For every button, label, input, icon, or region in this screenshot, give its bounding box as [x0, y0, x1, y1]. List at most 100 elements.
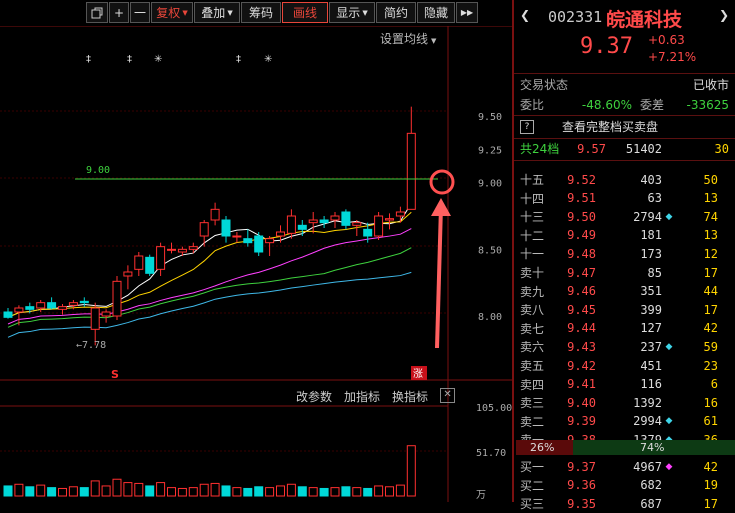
candle-body[interactable] [3, 311, 13, 318]
candle-body[interactable] [221, 219, 231, 237]
restore-rights-dropdown[interactable]: 复权 ▼ [151, 2, 193, 23]
candle-body[interactable] [36, 302, 46, 309]
order-book-row[interactable]: 十一 9.48 173 12 [520, 244, 729, 263]
switch-indicator-button[interactable]: 换指标 [392, 388, 428, 405]
candle-body[interactable] [319, 219, 329, 224]
level-count: 23 [703, 358, 718, 373]
candle-body[interactable] [385, 218, 394, 221]
chevron-right-icon[interactable]: ❯ [719, 8, 729, 22]
candle-body[interactable] [188, 246, 198, 250]
more-button[interactable]: ▶▶ [456, 2, 478, 23]
zoom-out-button[interactable]: 一 [130, 2, 150, 23]
window-restore-button[interactable] [86, 2, 108, 23]
volume-bar [112, 478, 122, 497]
level-volume: 451 [640, 358, 662, 373]
total-count: 30 [714, 141, 729, 156]
volume-bar [156, 482, 166, 497]
brief-button[interactable]: 简约 [376, 2, 416, 23]
order-book-row[interactable]: 卖九 9.46 351 44 [520, 282, 729, 301]
chevron-left-icon[interactable]: ❮ [520, 8, 530, 22]
candle-body[interactable] [210, 208, 220, 221]
candle-body[interactable] [145, 256, 155, 274]
event-mark-icon[interactable]: ‡ [236, 54, 241, 65]
candle-body[interactable] [406, 132, 416, 210]
level-name: 十二 [520, 228, 545, 243]
limit-up-badge-text: 涨 [413, 368, 423, 380]
candle-body[interactable] [134, 255, 144, 270]
candle-body[interactable] [341, 211, 351, 226]
candle-body[interactable] [254, 235, 264, 253]
order-book-row[interactable]: 卖十 9.47 85 17 [520, 263, 729, 282]
order-book-row[interactable]: 买二 9.36 682 19 [520, 476, 729, 495]
display-dropdown[interactable]: 显示 ▼ [329, 2, 375, 23]
order-book-row[interactable]: 买一 9.37 4967 ◆ 42 [520, 457, 729, 476]
event-mark-icon[interactable]: ‡ [86, 54, 91, 65]
candle-body[interactable] [101, 311, 111, 317]
candle-body[interactable] [265, 238, 275, 244]
candle-body[interactable] [276, 231, 285, 237]
close-indicator-button[interactable]: ✕ [440, 388, 456, 403]
event-mark-icon[interactable]: ✳ [154, 54, 162, 65]
order-book-row[interactable]: 卖八 9.45 399 17 [520, 300, 729, 319]
candle-body[interactable] [363, 228, 373, 237]
candle-body[interactable] [58, 306, 67, 310]
total-vol: 51402 [625, 141, 662, 156]
candle-body[interactable] [167, 248, 176, 251]
chips-button[interactable]: 筹码 [241, 2, 281, 23]
candle-body[interactable] [330, 215, 340, 221]
order-book-row[interactable]: 卖三 9.40 1392 16 [520, 393, 729, 412]
order-book-row[interactable]: 十三 9.50 2794 ◆ 74 [520, 207, 729, 226]
candle-body[interactable] [123, 271, 133, 277]
add-indicator-button[interactable]: 加指标 [344, 388, 380, 405]
candle-body[interactable] [232, 235, 242, 238]
candle-body[interactable] [297, 224, 307, 230]
modify-params-button[interactable]: 改参数 [296, 388, 332, 405]
volume-bar [363, 487, 373, 497]
set-ma-dropdown[interactable]: 设置均线 ▼ [380, 30, 436, 47]
candle-body[interactable] [374, 215, 384, 237]
candle-body[interactable] [68, 302, 78, 306]
level-volume: 116 [640, 377, 662, 392]
level-name: 卖三 [520, 396, 545, 411]
candle-body[interactable] [25, 306, 35, 310]
candle-body[interactable] [243, 238, 253, 244]
order-book-row[interactable]: 卖七 9.44 127 42 [520, 319, 729, 338]
candle-body[interactable] [112, 280, 122, 317]
level-count: 13 [703, 228, 718, 243]
candle-body[interactable] [199, 222, 209, 237]
candle-body[interactable] [156, 246, 166, 270]
kline-chart-area[interactable]: 9.50 9.25 9.00 8.50 8.00 105.00 51.70 万 9.00 ←… [0, 25, 512, 502]
volume-bar [58, 487, 67, 497]
level-price: 9.49 [567, 228, 596, 243]
overlay-dropdown[interactable]: 叠加 ▼ [194, 2, 240, 23]
order-book-row[interactable]: 卖六 9.43 237 ◆ 59 [520, 337, 729, 356]
order-book-row[interactable]: 卖二 9.39 2994 ◆ 61 [520, 412, 729, 431]
candle-body[interactable] [308, 219, 318, 224]
candle-body[interactable] [177, 248, 187, 253]
event-mark-icon[interactable]: ‡ [127, 54, 132, 65]
candle-body[interactable] [90, 307, 100, 330]
order-book-row[interactable]: 十四 9.51 63 13 [520, 189, 729, 208]
order-book-row[interactable]: 卖五 9.42 451 23 [520, 356, 729, 375]
ratio-value: -48.60% [581, 97, 632, 112]
full-book-link[interactable]: ? 查看完整档买卖盘 [520, 117, 729, 136]
candle-body[interactable] [79, 300, 89, 304]
candle-body[interactable] [352, 222, 362, 226]
zoom-in-button[interactable]: + [109, 2, 129, 23]
candle-body[interactable] [395, 211, 405, 217]
level-price: 9.40 [567, 395, 596, 410]
kline-chart[interactable]: 9.50 9.25 9.00 8.50 8.00 105.00 51.70 万 9.00 ←… [0, 25, 512, 502]
candle-body[interactable] [47, 302, 57, 309]
level-price: 9.51 [567, 191, 596, 206]
draw-line-button[interactable]: 画线 [282, 2, 328, 23]
restore-rights-label: 复权 [156, 6, 181, 20]
order-book-row[interactable]: 十五 9.52 403 50 [520, 170, 729, 189]
order-book-row[interactable]: 十二 9.49 181 13 [520, 226, 729, 245]
order-book-row[interactable]: 买三 9.35 687 17 [520, 494, 729, 513]
volume-bar [254, 486, 264, 497]
order-book-row[interactable]: 卖四 9.41 116 6 [520, 375, 729, 394]
candle-body[interactable] [14, 307, 24, 313]
candle-body[interactable] [286, 215, 296, 234]
hide-button[interactable]: 隐藏 [417, 2, 455, 23]
event-mark-icon[interactable]: ✳ [264, 54, 272, 65]
